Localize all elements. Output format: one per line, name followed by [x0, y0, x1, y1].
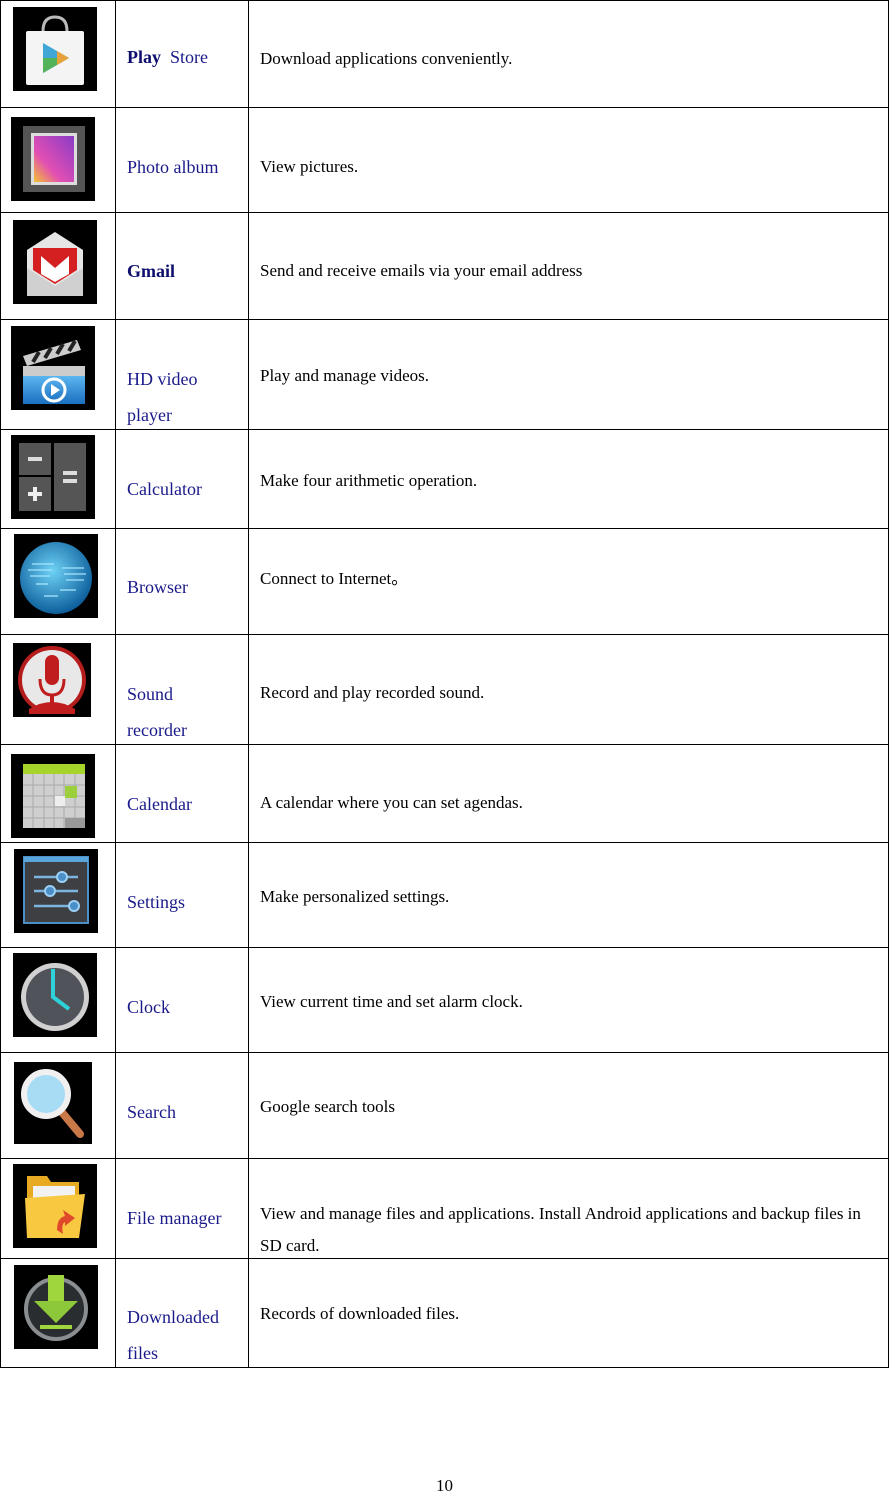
icon-cell [0, 429, 116, 529]
desc-cell: View and manage files and applications. … [248, 1158, 889, 1259]
app-name: Search [127, 1102, 176, 1122]
app-table: Play Store Download applications conveni… [0, 0, 889, 1368]
app-description: Play and manage videos. [260, 366, 430, 385]
app-name: HD video player [127, 369, 198, 425]
table-row: Settings Make personalized settings. [0, 842, 889, 948]
play-store-icon [13, 7, 97, 91]
app-description: Google search tools [260, 1097, 396, 1116]
name-cell: File manager [115, 1158, 249, 1259]
icon-cell [0, 0, 116, 108]
name-cell: HD video player [115, 319, 249, 430]
table-row: File manager View and manage files and a… [0, 1158, 889, 1259]
app-description: A calendar where you can set agendas. [260, 793, 523, 812]
desc-cell: View current time and set alarm clock. [248, 947, 889, 1053]
app-name: File manager [127, 1208, 222, 1228]
desc-cell: Make four arithmetic operation. [248, 429, 889, 529]
name-cell: Downloaded files [115, 1258, 249, 1368]
app-description: View current time and set alarm clock. [260, 992, 523, 1011]
app-description: Make four arithmetic operation. [260, 471, 478, 490]
name-cell: Calculator [115, 429, 249, 529]
calendar-icon [11, 754, 95, 838]
clock-icon [13, 953, 97, 1037]
calculator-icon [11, 435, 95, 519]
app-name: Calendar [127, 794, 192, 814]
desc-cell: Google search tools [248, 1052, 889, 1159]
table-row: Clock View current time and set alarm cl… [0, 947, 889, 1053]
magnifier-search-icon [14, 1062, 92, 1144]
name-cell: Gmail [115, 212, 249, 320]
icon-cell [0, 842, 116, 948]
desc-cell: Records of downloaded files. [248, 1258, 889, 1368]
app-name: Browser [127, 577, 188, 597]
browser-globe-icon [14, 534, 98, 618]
desc-cell: Send and receive emails via your email a… [248, 212, 889, 320]
icon-cell [0, 1158, 116, 1259]
desc-cell: A calendar where you can set agendas. [248, 744, 889, 843]
icon-cell [0, 319, 116, 430]
icon-cell [0, 947, 116, 1053]
app-name: Gmail [127, 261, 175, 281]
table-row: Photo album View pictures. [0, 107, 889, 213]
desc-cell: Make personalized settings. [248, 842, 889, 948]
table-row: HD video player Play and manage videos. [0, 319, 889, 430]
table-row: Downloaded files Records of downloaded f… [0, 1258, 889, 1368]
desc-cell: Connect to Internet。 [248, 528, 889, 635]
icon-cell [0, 634, 116, 745]
desc-cell: Play and manage videos. [248, 319, 889, 430]
table-row: Calculator Make four arithmetic operatio… [0, 429, 889, 529]
gmail-icon [13, 220, 97, 304]
name-cell: Search [115, 1052, 249, 1159]
app-name: Clock [127, 997, 170, 1017]
app-description: Send and receive emails via your email a… [260, 261, 583, 280]
app-description: Record and play recorded sound. [260, 683, 485, 702]
app-name: Play [127, 47, 161, 67]
icon-cell [0, 1052, 116, 1159]
table-row: Search Google search tools [0, 1052, 889, 1159]
folder-icon [13, 1164, 97, 1248]
app-name-suffix: Store [170, 47, 208, 67]
name-cell: Play Store [115, 0, 249, 108]
name-cell: Photo album [115, 107, 249, 213]
app-name: Downloaded files [127, 1307, 219, 1363]
app-description: Make personalized settings. [260, 887, 450, 906]
page-number: 10 [436, 1476, 453, 1495]
table-row: Sound recorder Record and play recorded … [0, 634, 889, 745]
download-icon [14, 1265, 98, 1349]
desc-cell: Download applications conveniently. [248, 0, 889, 108]
name-cell: Clock [115, 947, 249, 1053]
icon-cell [0, 528, 116, 635]
table-row: Browser Connect to Internet。 [0, 528, 889, 635]
desc-cell: Record and play recorded sound. [248, 634, 889, 745]
icon-cell [0, 212, 116, 320]
app-description: Connect to Internet。 [260, 569, 409, 588]
name-cell: Settings [115, 842, 249, 948]
app-name: Sound recorder [127, 684, 187, 740]
app-description: Download applications conveniently. [260, 49, 513, 68]
app-description: View and manage files and applications. … [260, 1204, 861, 1255]
microphone-icon [13, 643, 91, 717]
name-cell: Browser [115, 528, 249, 635]
table-row: Gmail Send and receive emails via your e… [0, 212, 889, 320]
app-name: Settings [127, 892, 186, 912]
name-cell: Calendar [115, 744, 249, 843]
icon-cell [0, 1258, 116, 1368]
app-description: View pictures. [260, 157, 359, 176]
app-name: Photo album [127, 157, 219, 177]
app-description: Records of downloaded files. [260, 1304, 460, 1323]
photo-album-icon [11, 117, 95, 201]
settings-sliders-icon [14, 849, 98, 933]
table-row: Calendar A calendar where you can set ag… [0, 744, 889, 843]
app-name: Calculator [127, 479, 202, 499]
video-player-icon [11, 326, 95, 410]
name-cell: Sound recorder [115, 634, 249, 745]
table-row: Play Store Download applications conveni… [0, 0, 889, 108]
icon-cell [0, 744, 116, 843]
icon-cell [0, 107, 116, 213]
desc-cell: View pictures. [248, 107, 889, 213]
